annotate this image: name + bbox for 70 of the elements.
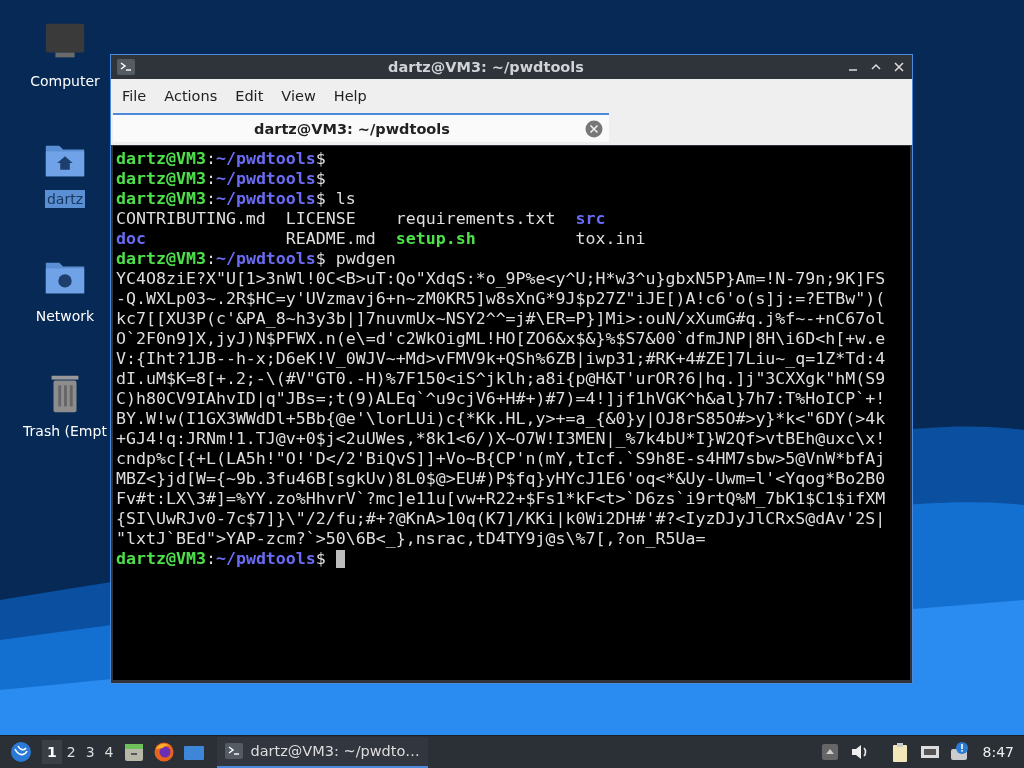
file-name: LICENSE [285,209,356,229]
file-name: README.md [285,229,376,249]
output-text: MBZ<}jd[W={~9b.3fu46B[sgkUv)8L0$@>EU#)P$fq}yHYcJ1E6'oq<*&Uy-Uwm=l'<Yqog*Bo2B0 [116,469,886,489]
prompt-user-host: dartz@VM3 [116,249,206,269]
taskbar-task[interactable]: dartz@VM3: ~/pwdto… [216,736,428,768]
file-name: tox.ini [575,229,646,249]
output-text: kc7[[XU3P(c'&PA_8~h3y3b|]7nuvmUx~NSY2^^=j#\ER=P}]Mi>:ouN/xXumG#q.j%f~-+nC67ol [116,309,886,329]
menu-item[interactable]: Help [324,88,376,104]
prompt-path: ~/pwdtools [215,189,316,209]
close-tab-icon[interactable] [585,119,603,138]
prompt-path: ~/pwdtools [215,149,316,169]
prompt-separator: : [205,169,216,189]
prompt-symbol: $ [315,249,326,269]
file-name: CONTRIBUTING.md [116,209,266,229]
file-name: setup.sh [395,229,476,249]
prompt-separator: : [205,549,216,569]
output-text: YC4O8ziE?X"U[1>3nWl!0C<B>uT:Qo"XdqS:*o_9P%e<y^U;H*w3^u}gbxN5P}Am=!N-79n;9K]FS [116,269,886,289]
menu-item[interactable]: File [113,88,156,104]
terminal-tab[interactable]: dartz@VM3: ~/pwdtools [113,113,609,142]
prompt-separator: : [205,249,216,269]
output-text: +GJ4!q:JRNm!1.TJ@v+0$j<2uUWes,*8k1<6/)X~O7W!I3MEN|_%7k4bU*I}W2Qf>vtBEh@uxc\x! [116,429,886,449]
notification-icon[interactable] [948,741,971,763]
terminal-icon [117,59,135,75]
prompt-path: ~/pwdtools [215,169,316,189]
menu-item[interactable]: Actions [155,88,227,104]
file-name: doc [116,229,146,249]
prompt-symbol: $ [315,169,326,189]
output-text: C)h80CV9IAhvID|q"JBs=;t(9)ALEq`^u9cjV6+H#+)#7)=4!]jf1hVGK^h&al}7h7:T%HoICP`+! [116,389,886,409]
file-name: src [575,209,606,229]
output-text: cndp%c[{+L(LA5h!"O!'D</2'BiQvS]]+Vo~B{CP'n(mY,tIcf.`S9h8E-s4HM7sbw>5@VnW*bfAj [116,449,886,469]
start-menu-icon[interactable] [10,741,32,763]
menu-item[interactable]: Edit [226,88,273,104]
output-text: dI.uM$K=8[+.2;-\(#V"GT0.-H)%7F150<iS^jklh;a8i{p@H&T'urOR?6|hq.]j"3CXXgk"hM(S9 [116,369,886,389]
output-text: -Q.WXLp03~.2R$HC=y'UVzmavj6+n~zM0KR5]w8sXnG*9J$p27Z"iJE[)A!c6'o(s]j:=?ETBw")( [116,289,886,309]
browser-icon[interactable] [152,741,175,763]
close-icon[interactable] [892,60,906,74]
prompt-user-host: dartz@VM3 [116,549,206,569]
desktop-icon-label[interactable]: dartz [44,190,86,208]
prompt-separator: : [205,149,216,169]
workspace-button[interactable]: 2 [61,740,81,764]
prompt-user-host: dartz@VM3 [116,189,206,209]
output-text: "lxtJ`BEd">YAP-zcm?`>50\6B<_},nsrac,tD4TY9j@s\%7[,?on_R5Ua= [116,529,706,549]
workspace-button[interactable]: 4 [99,740,119,764]
output-text: O`2F0n9]X,jyJ)N$PFWX.n(e\=d'c2WkOigML!HO[ZO6&x$&}%$S7&00`dfmJNP|8H\i6D<h[+w.e [116,329,886,349]
command-text: ls [335,189,356,209]
workspace-button[interactable]: 1 [42,740,62,764]
prompt-path: ~/pwdtools [215,249,316,269]
output-text: BY.W!w(I1GX3WWdDl+5Bb{@e'\lorLUi)c{*Kk.HL,y>+=a_{&0}y|OJ8rS85O#>y}*k<"6DY(>4k [116,409,886,429]
workspace-button[interactable]: 3 [80,740,100,764]
prompt-path: ~/pwdtools [215,549,316,569]
output-text: {SI\UwRJv0-7c$7]}\"/2/fu;#+?@KnA>10q(K7]/KKi|k0Wi2DH#'#?<IyzDJyJlCRxS@dAv'2S| [116,509,886,529]
command-text: pwdgen [335,249,396,269]
output-text: V:{Iht?1JB--h-x;D6eK!V_0WJV~+Md>vFMV9k+QSh%6ZB|iwp31;#RK+4#ZE]7Liu~_q=1Z*Td:4 [116,349,886,369]
prompt-user-host: dartz@VM3 [116,169,206,189]
terminal-screen[interactable] [113,146,910,680]
output-text: Fv#t:LX\3#]=%YY.zo%HhvrV`?mc]e11u[vw+R22+$Fs1*kF<t>`D6zs`i9rtQ%M_7bK1$C1$ifXM [116,489,886,509]
desktop-icon-label[interactable]: Network [33,307,97,325]
desktop-icon-label[interactable]: Computer [28,72,102,90]
file-name: requirements.txt [395,209,556,229]
window-title: dartz@VM3: ~/pwdtools [387,59,585,75]
prompt-symbol: $ [315,149,326,169]
prompt-separator: : [205,189,216,209]
desktop-icon-label[interactable]: Trash (Empt [21,422,109,440]
prompt-symbol: $ [315,189,326,209]
terminal-icon [224,743,243,759]
file-manager-icon[interactable] [122,741,145,763]
prompt-symbol: $ [315,549,326,569]
prompt-user-host: dartz@VM3 [116,149,206,169]
clock[interactable]: 8:47 [982,744,1014,760]
menu-item[interactable]: View [272,88,325,104]
